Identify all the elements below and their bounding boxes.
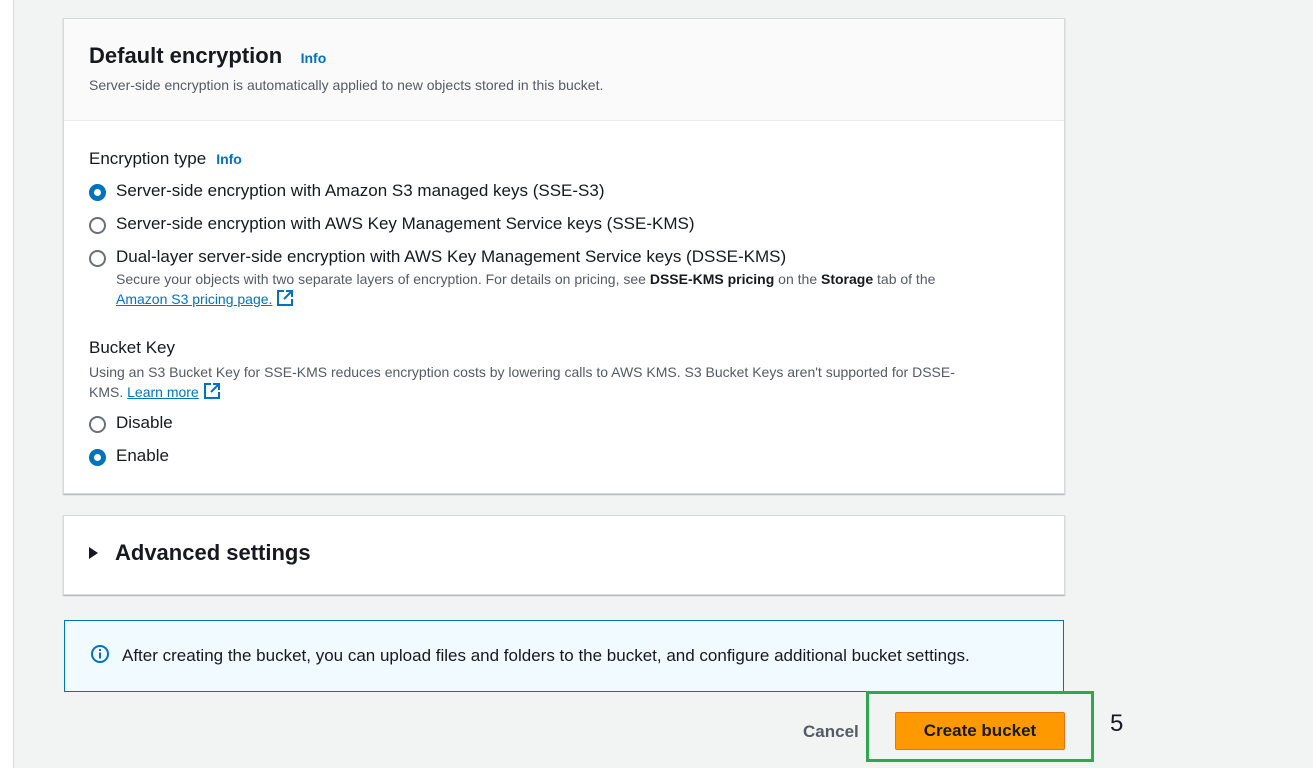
radio-button[interactable] xyxy=(89,217,106,234)
radio-bucket-key-disable[interactable]: Disable xyxy=(89,413,1039,433)
learn-more-link[interactable]: Learn more xyxy=(127,384,199,400)
cancel-button[interactable]: Cancel xyxy=(795,716,867,748)
advanced-settings-panel: Advanced settings xyxy=(63,515,1065,595)
encryption-type-info-link[interactable]: Info xyxy=(216,151,242,167)
info-link[interactable]: Info xyxy=(301,50,327,66)
info-circle-icon xyxy=(90,644,110,669)
panel-description: Server-side encryption is automatically … xyxy=(89,77,604,93)
radio-bucket-key-enable[interactable]: Enable xyxy=(89,446,1039,466)
radio-button[interactable] xyxy=(89,449,106,466)
radio-button[interactable] xyxy=(89,250,106,267)
step-marker: 5 xyxy=(1110,710,1124,737)
bucket-key-label: Bucket Key xyxy=(89,338,175,357)
radio-label: Server-side encryption with Amazon S3 ma… xyxy=(116,181,605,200)
encryption-type-label: Encryption type Info xyxy=(89,149,242,168)
bucket-key-description: Using an S3 Bucket Key for SSE-KMS reduc… xyxy=(89,362,1039,405)
radio-button[interactable] xyxy=(89,184,106,201)
dsse-note: Secure your objects with two separate la… xyxy=(116,269,1039,312)
panel-header: Default encryption Info Server-side encr… xyxy=(64,19,1064,121)
panel-title: Default encryption xyxy=(89,43,283,68)
radio-sse-kms[interactable]: Server-side encryption with AWS Key Mana… xyxy=(89,214,1039,234)
create-bucket-button[interactable]: Create bucket xyxy=(895,712,1065,750)
radio-label: Server-side encryption with AWS Key Mana… xyxy=(116,214,695,233)
radio-label: Enable xyxy=(116,446,169,465)
caret-right-icon xyxy=(89,547,98,559)
external-link-icon[interactable] xyxy=(276,289,294,312)
advanced-settings-title: Advanced settings xyxy=(115,540,311,565)
panel-body: Encryption type Info Server-side encrypti… xyxy=(64,121,1064,466)
radio-button[interactable] xyxy=(89,416,106,433)
radio-sse-s3[interactable]: Server-side encryption with Amazon S3 ma… xyxy=(89,181,1039,201)
info-alert: After creating the bucket, you can uploa… xyxy=(64,620,1064,692)
radio-label: Dual-layer server-side encryption with A… xyxy=(116,247,787,266)
external-link-icon[interactable] xyxy=(203,382,221,405)
s3-pricing-link[interactable]: Amazon S3 pricing page. xyxy=(116,291,272,307)
radio-dsse-kms[interactable]: Dual-layer server-side encryption with A… xyxy=(89,247,1039,267)
advanced-settings-toggle[interactable]: Advanced settings xyxy=(64,516,1064,590)
default-encryption-panel: Default encryption Info Server-side encr… xyxy=(63,18,1065,494)
left-navigation-rail xyxy=(0,0,14,768)
alert-text: After creating the bucket, you can uploa… xyxy=(122,646,970,665)
radio-label: Disable xyxy=(116,413,173,432)
